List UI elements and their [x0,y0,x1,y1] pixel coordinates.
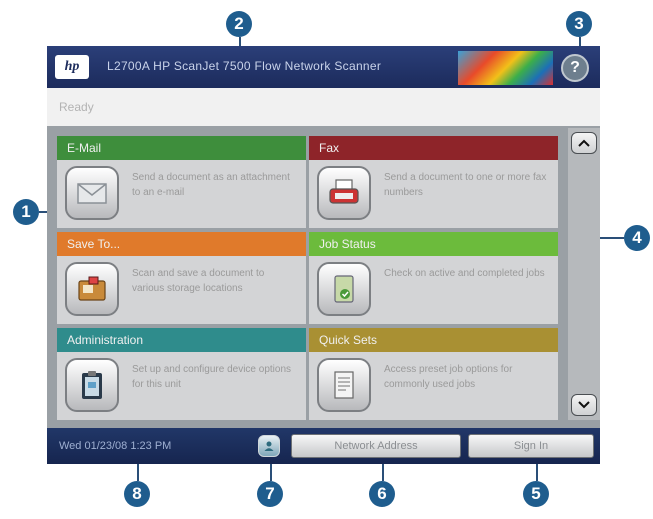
envelope-icon [65,166,119,220]
tile-header: Quick Sets [309,328,558,352]
bottom-bar: Wed 01/23/08 1:23 PM Network Address Sig… [47,428,600,464]
callout-5: 5 [523,481,549,507]
tile-label: Job Status [319,237,376,251]
tile-header: Save To... [57,232,306,256]
hp-logo: hp [55,55,89,79]
tile-job-status[interactable]: Job Status Check on active and completed… [309,232,558,324]
chevron-down-icon [578,401,590,409]
scroll-down-button[interactable] [571,394,597,416]
title-bar: hp L2700A HP ScanJet 7500 Flow Network S… [47,46,600,88]
tile-header: Job Status [309,232,558,256]
quick-sets-document-icon [317,358,371,412]
sign-in-button[interactable]: Sign In [468,434,594,458]
fax-machine-icon [317,166,371,220]
callout-7: 7 [257,481,283,507]
tile-description: Send a document as an attachment to an e… [132,172,290,198]
tile-label: Administration [67,333,144,347]
clipboard-icon [65,358,119,412]
hot-air-balloon-image [458,51,553,85]
tile-label: Quick Sets [319,333,378,347]
tile-description: Scan and save a document to various stor… [132,268,265,294]
tile-save-to[interactable]: Save To... Scan and save a document to v… [57,232,306,324]
tile-administration[interactable]: Administration Set up and configure devi… [57,328,306,420]
user-status-icon [264,441,274,451]
tile-e-mail[interactable]: E-Mail Send a document as an attachment … [57,136,306,228]
status-message: Ready [59,100,94,114]
job-status-icon [317,262,371,316]
tile-description: Set up and configure device options for … [132,364,291,390]
tile-label: Fax [319,141,340,155]
tile-description: Check on active and completed jobs [384,268,545,279]
help-button[interactable]: ? [561,54,589,82]
tile-header: E-Mail [57,136,306,160]
scroll-up-button[interactable] [571,132,597,154]
sign-in-status-button[interactable] [258,435,280,457]
callout-3: 3 [566,11,592,37]
tile-fax[interactable]: Fax Send a document to one or more fax n… [309,136,558,228]
callout-8: 8 [124,481,150,507]
status-bar: Ready [47,88,600,126]
tile-label: E-Mail [67,141,102,155]
tile-description: Access preset job options for commonly u… [384,364,513,390]
device-title: L2700A HP ScanJet 7500 Flow Network Scan… [107,59,382,73]
chevron-up-icon [578,139,590,147]
tile-label: Save To... [67,237,121,251]
tile-header: Administration [57,328,306,352]
scrollbar[interactable] [568,128,600,420]
tile-quick-sets[interactable]: Quick Sets Access preset job options for… [309,328,558,420]
callout-4: 4 [624,225,650,251]
callout-2: 2 [226,11,252,37]
callout-6: 6 [369,481,395,507]
tile-header: Fax [309,136,558,160]
callout-1: 1 [13,199,39,225]
network-address-button[interactable]: Network Address [291,434,461,458]
folder-icon [65,262,119,316]
tile-description: Send a document to one or more fax numbe… [384,172,547,198]
date-time: Wed 01/23/08 1:23 PM [59,440,172,452]
control-panel-screen: hp L2700A HP ScanJet 7500 Flow Network S… [47,46,600,464]
